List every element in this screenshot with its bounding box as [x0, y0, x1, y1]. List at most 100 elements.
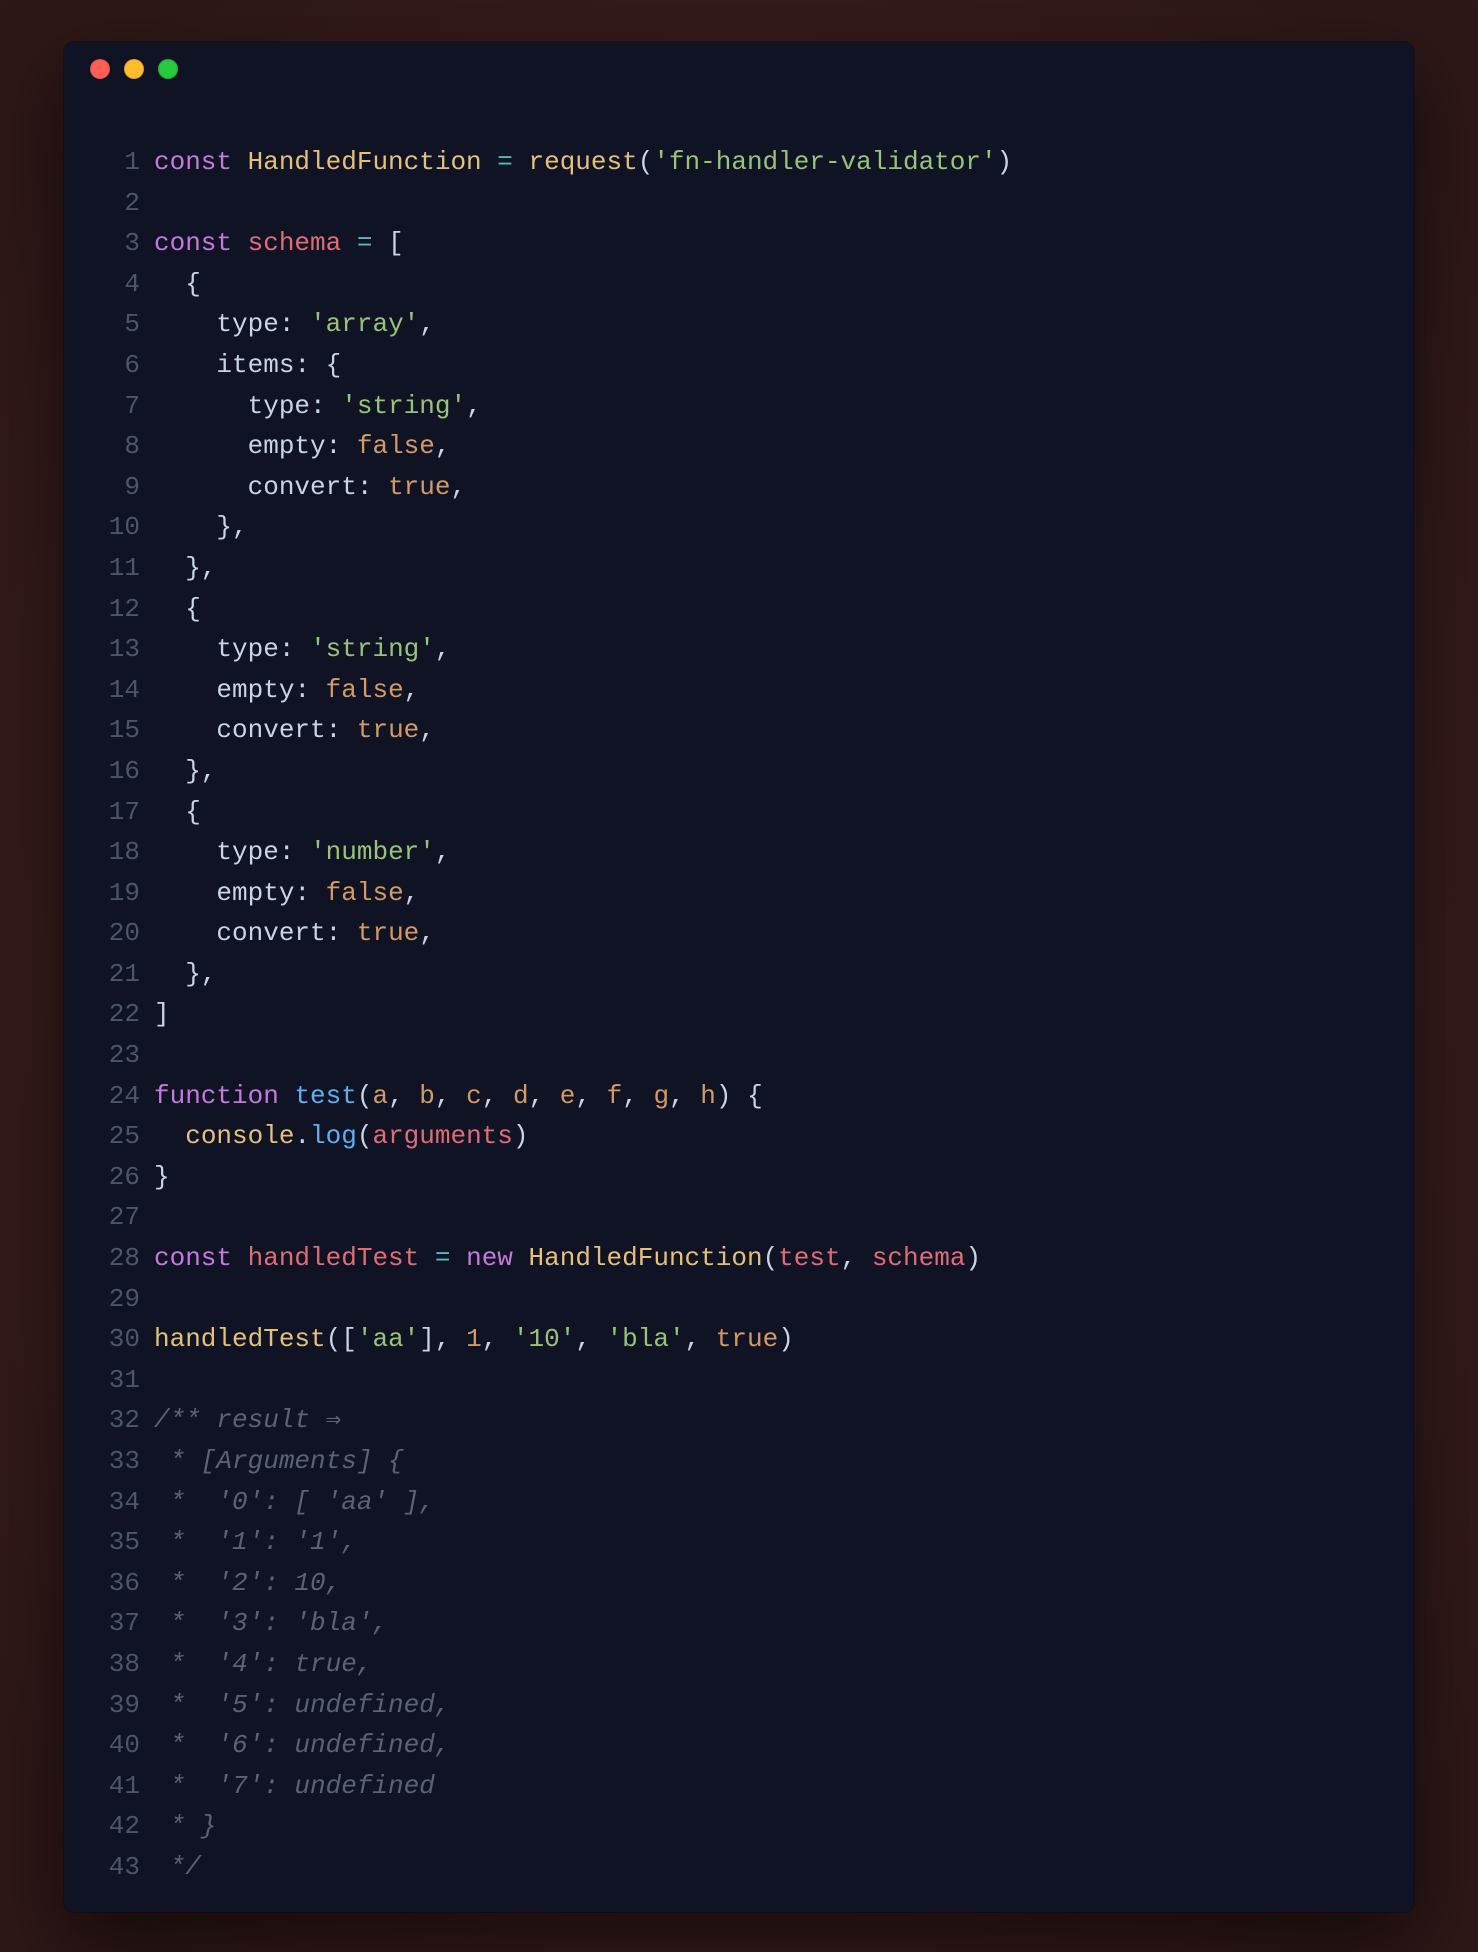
token-pun: :	[279, 309, 310, 339]
token-pun	[341, 228, 357, 258]
token-pun: ,	[841, 1243, 872, 1273]
token-op: =	[497, 147, 513, 177]
line-number: 34	[84, 1482, 154, 1523]
token-fnName: log	[310, 1121, 357, 1151]
token-bool: true	[357, 918, 419, 948]
code-line: 9 convert: true,	[84, 467, 1394, 508]
code-content: convert: true,	[154, 467, 466, 508]
line-number: 13	[84, 629, 154, 670]
token-prop: convert	[216, 918, 325, 948]
code-line: 27	[84, 1197, 1394, 1238]
token-pun: ,	[388, 1081, 419, 1111]
token-arg: f	[607, 1081, 623, 1111]
code-content	[154, 1197, 170, 1238]
code-line: 38 * '4': true,	[84, 1644, 1394, 1685]
line-number: 31	[84, 1360, 154, 1401]
code-content: convert: true,	[154, 913, 435, 954]
code-line: 23	[84, 1035, 1394, 1076]
line-number: 19	[84, 873, 154, 914]
line-number: 35	[84, 1522, 154, 1563]
code-line: 41 * '7': undefined	[84, 1766, 1394, 1807]
token-pun: ,	[435, 634, 451, 664]
code-content: * [Arguments] {	[154, 1441, 404, 1482]
code-line: 16 },	[84, 751, 1394, 792]
token-cmt: * '2': 10,	[154, 1568, 341, 1598]
token-pun: ,	[419, 918, 435, 948]
token-str: '10'	[513, 1324, 575, 1354]
code-content: * '3': 'bla',	[154, 1603, 388, 1644]
code-line: 7 type: 'string',	[84, 386, 1394, 427]
token-pun: :	[326, 431, 357, 461]
token-arg: e	[560, 1081, 576, 1111]
token-pun: :	[294, 675, 325, 705]
code-content: type: 'array',	[154, 304, 435, 345]
code-content: type: 'string',	[154, 386, 482, 427]
token-cmt: */	[154, 1852, 201, 1882]
code-line: 31	[84, 1360, 1394, 1401]
code-line: 13 type: 'string',	[84, 629, 1394, 670]
token-cmt: * }	[154, 1811, 216, 1841]
line-number: 33	[84, 1441, 154, 1482]
code-content: {	[154, 264, 201, 305]
token-cls: console	[185, 1121, 294, 1151]
code-line: 25 console.log(arguments)	[84, 1116, 1394, 1157]
line-number: 20	[84, 913, 154, 954]
token-fncall: handledTest	[154, 1324, 326, 1354]
code-content: },	[154, 507, 248, 548]
code-line: 36 * '2': 10,	[84, 1563, 1394, 1604]
code-content: * }	[154, 1806, 216, 1847]
token-bool: false	[357, 431, 435, 461]
code-line: 5 type: 'array',	[84, 304, 1394, 345]
code-content: console.log(arguments)	[154, 1116, 529, 1157]
token-prop: type	[248, 391, 310, 421]
code-content: empty: false,	[154, 670, 419, 711]
token-pun: }	[154, 1162, 170, 1192]
token-pun: ]	[154, 999, 170, 1029]
token-pun: ,	[419, 715, 435, 745]
code-line: 40 * '6': undefined,	[84, 1725, 1394, 1766]
token-pun: ,	[482, 1081, 513, 1111]
code-line: 21 },	[84, 954, 1394, 995]
window-minimize-dot[interactable]	[124, 59, 144, 79]
token-builtin: arguments	[372, 1121, 512, 1151]
token-pun	[154, 391, 248, 421]
token-pun: ,	[450, 472, 466, 502]
line-number: 32	[84, 1400, 154, 1441]
line-number: 9	[84, 467, 154, 508]
token-fncall: request	[529, 147, 638, 177]
line-number: 40	[84, 1725, 154, 1766]
token-pun: (	[763, 1243, 779, 1273]
line-number: 10	[84, 507, 154, 548]
line-number: 14	[84, 670, 154, 711]
code-line: 17 {	[84, 792, 1394, 833]
token-pun: },	[154, 959, 216, 989]
token-prop: empty	[216, 675, 294, 705]
token-pun	[154, 837, 216, 867]
token-pun: ) {	[716, 1081, 763, 1111]
code-area[interactable]: 1const HandledFunction = request('fn-han…	[64, 96, 1414, 1908]
token-pun: ],	[419, 1324, 466, 1354]
code-content: * '2': 10,	[154, 1563, 341, 1604]
token-prop: type	[216, 634, 278, 664]
code-content: {	[154, 792, 201, 833]
window-close-dot[interactable]	[90, 59, 110, 79]
window-zoom-dot[interactable]	[158, 59, 178, 79]
token-pun: :	[326, 715, 357, 745]
line-number: 6	[84, 345, 154, 386]
token-pun: {	[154, 594, 201, 624]
line-number: 24	[84, 1076, 154, 1117]
code-content: */	[154, 1847, 201, 1888]
token-arg: b	[419, 1081, 435, 1111]
code-content: function test(a, b, c, d, e, f, g, h) {	[154, 1076, 763, 1117]
line-number: 21	[84, 954, 154, 995]
token-bool: true	[388, 472, 450, 502]
code-content: empty: false,	[154, 426, 450, 467]
token-str: 'number'	[310, 837, 435, 867]
token-pun	[482, 147, 498, 177]
token-kw: new	[466, 1243, 513, 1273]
line-number: 39	[84, 1685, 154, 1726]
line-number: 4	[84, 264, 154, 305]
code-content: * '4': true,	[154, 1644, 372, 1685]
token-pun: {	[154, 269, 201, 299]
token-arg: g	[653, 1081, 669, 1111]
